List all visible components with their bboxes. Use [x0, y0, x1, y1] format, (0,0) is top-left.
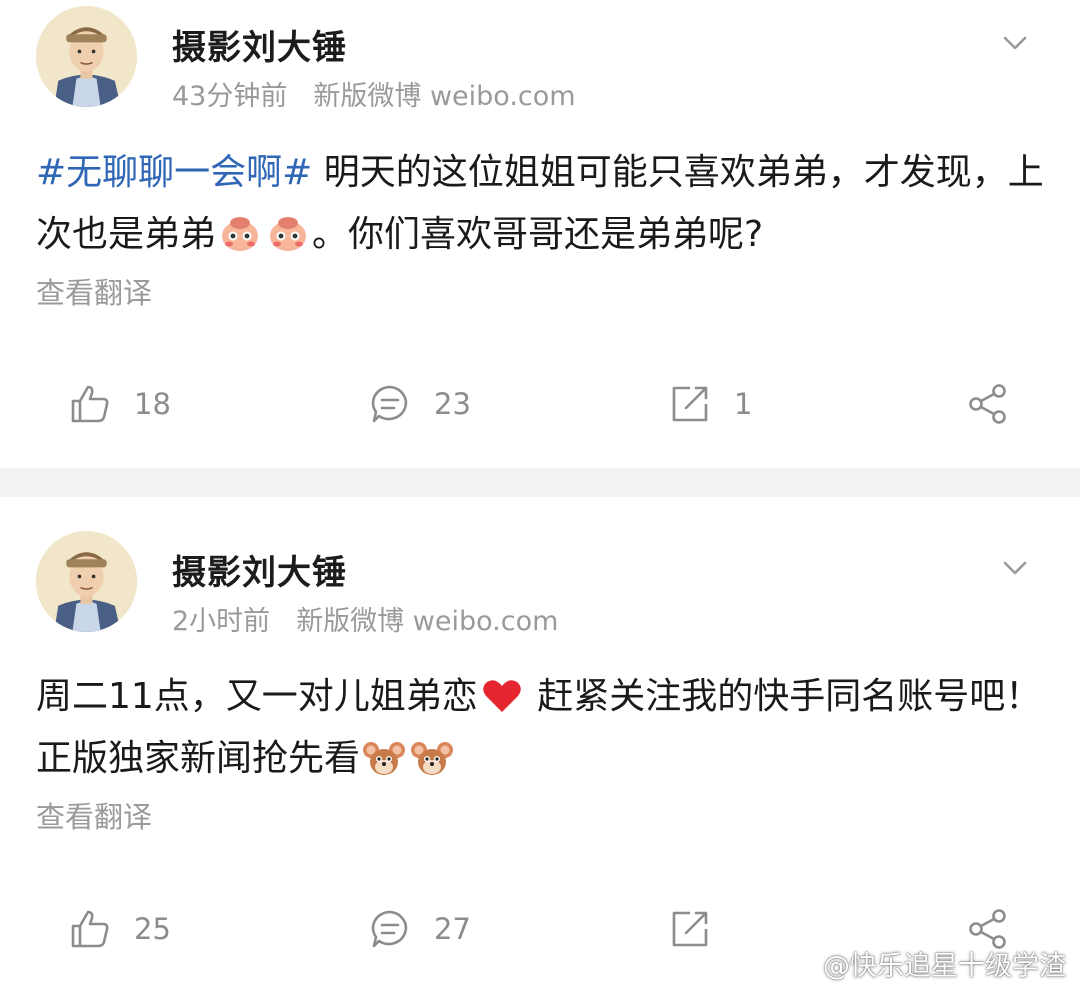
- watermark-text: @快乐追星十级学渣: [823, 951, 1066, 982]
- avatar[interactable]: [36, 531, 137, 632]
- comment-icon: [371, 910, 408, 948]
- jerry-mouse-emoji-icon: [411, 742, 454, 775]
- heart-emoji-icon: [483, 680, 521, 712]
- weibo-logo-icon: [780, 950, 818, 979]
- like-count: 25: [134, 912, 171, 946]
- post-time: 2小时前: [172, 606, 271, 637]
- post-text-part: 周二11点，又一对儿姐弟恋: [36, 676, 478, 717]
- weibo-post-2: 摄影刘大锤 2小时前 新版微博 weibo.com 周二11点，又一对儿姐弟恋 赶…: [0, 0, 1080, 991]
- comment-button[interactable]: 27: [368, 899, 471, 959]
- comment-count: 27: [434, 912, 471, 946]
- weibo-watermark: @快乐追星十级学渣: [779, 944, 1066, 983]
- thumbs-up-icon: [71, 910, 109, 948]
- like-button[interactable]: 25: [68, 899, 171, 959]
- jerry-mouse-emoji-icon: [363, 742, 406, 775]
- author-name[interactable]: 摄影刘大锤: [172, 545, 347, 594]
- translate-link[interactable]: 查看翻译: [36, 794, 152, 836]
- avatar-illustration: [36, 531, 137, 632]
- post-text: 周二11点，又一对儿姐弟恋 赶紧关注我的快手同名账号吧！正版独家新闻抢先看: [36, 666, 1056, 790]
- repost-icon: [672, 911, 708, 947]
- post-meta: 2小时前 新版微博 weibo.com: [172, 599, 558, 638]
- chevron-down-icon[interactable]: [998, 551, 1032, 585]
- repost-button[interactable]: [668, 899, 734, 959]
- post-source[interactable]: 新版微博 weibo.com: [296, 606, 558, 637]
